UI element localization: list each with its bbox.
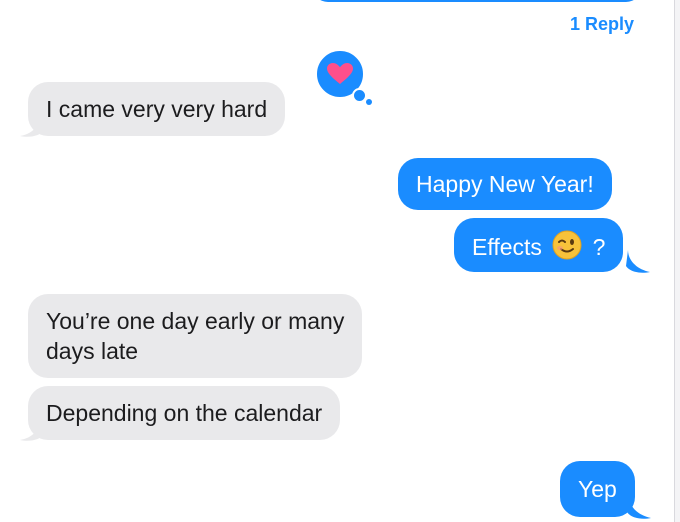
message-bubble-outgoing[interactable]: Yep: [560, 461, 635, 517]
tapback-tail-dot-small: [366, 99, 372, 105]
tapback-tail-dot: [352, 88, 367, 103]
message-text: I came very very hard: [46, 96, 268, 122]
message-text-end: ?: [592, 234, 606, 260]
message-text-line: You’re one day early or many: [46, 308, 345, 334]
message-text: Depending on the calendar: [46, 400, 323, 426]
bubble-tail-incoming: [20, 420, 44, 441]
message-text-line: days late: [46, 338, 139, 364]
message-bubble-incoming[interactable]: You’re one day early or many days late: [28, 294, 363, 378]
message-text: Effects: [472, 234, 542, 260]
window-edge: [674, 0, 680, 522]
message-bubble-incoming[interactable]: I came very very hard: [28, 82, 286, 136]
message-text: Yep: [578, 476, 617, 502]
bubble-tail-outgoing: [627, 496, 651, 519]
thread-reply-link[interactable]: 1 Reply: [570, 14, 634, 35]
message-bubble-outgoing[interactable]: Effects ?: [454, 218, 624, 272]
message-bubble-outgoing[interactable]: Happy New Year!: [398, 158, 612, 210]
message-bubble-incoming[interactable]: Depending on the calendar: [28, 386, 341, 440]
previous-outgoing-bubble: [312, 0, 642, 2]
winking-face-emoji: [552, 230, 582, 260]
heart-icon: [327, 63, 353, 84]
bubble-tail-outgoing: [626, 250, 650, 273]
message-text: Happy New Year!: [416, 171, 594, 197]
bubble-tail-incoming: [20, 116, 44, 137]
